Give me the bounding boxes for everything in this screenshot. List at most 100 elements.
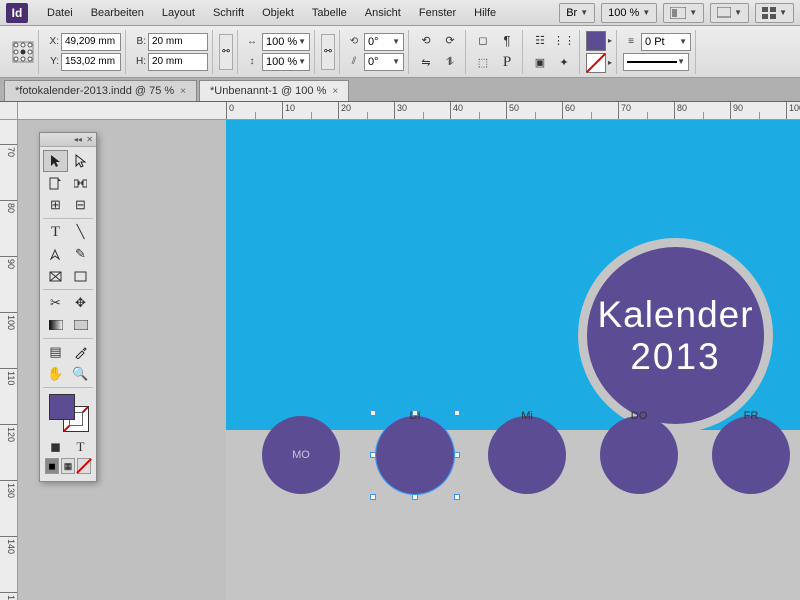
ruler-origin[interactable] (0, 102, 18, 120)
day-label: DI (410, 410, 421, 422)
select-content-button[interactable]: ⬚ (472, 53, 494, 73)
apply-gradient-button[interactable]: ▦ (61, 458, 75, 474)
chevron-down-icon: ▼ (642, 8, 650, 17)
day-circle-do[interactable]: DO (600, 416, 678, 494)
gradient-swatch-tool[interactable] (43, 314, 68, 336)
menu-ansicht[interactable]: Ansicht (356, 4, 410, 22)
stroke-weight-field[interactable]: 0 Pt▼ (641, 33, 691, 51)
view-mode-button[interactable]: ▼ (663, 3, 704, 23)
close-icon[interactable]: × (332, 86, 338, 97)
x-field[interactable]: 49,209 mm (61, 33, 121, 51)
y-field[interactable]: 153,02 mm (61, 53, 121, 71)
chevron-down-icon[interactable]: ▸ (608, 58, 612, 67)
rotate-ccw-button[interactable]: ⟲ (415, 31, 437, 51)
vertical-ruler[interactable]: 60708090100110120130140150160 (0, 102, 18, 600)
reference-point-icon[interactable] (12, 41, 34, 63)
shear-field[interactable]: 0°▼ (364, 53, 404, 71)
menu-bar: Id Datei Bearbeiten Layout Schrift Objek… (0, 0, 800, 26)
content-placer-tool[interactable]: ⊟ (68, 194, 93, 216)
rotate-cw-button[interactable]: ⟳ (439, 31, 461, 51)
rectangle-frame-tool[interactable] (43, 265, 68, 287)
fill-color-swatch[interactable] (49, 394, 75, 420)
rotate-icon: ⟲ (346, 34, 362, 50)
scissors-tool[interactable]: ✂ (43, 292, 68, 314)
height-field[interactable]: 20 mm (148, 53, 208, 71)
apply-color-button[interactable]: ◼ (43, 436, 68, 458)
flip-h-button[interactable]: ⇋ (415, 53, 437, 73)
day-circle-di[interactable]: DI (376, 416, 454, 494)
chevron-down-icon[interactable]: ▸ (608, 36, 612, 45)
pencil-tool[interactable]: ✎ (68, 243, 93, 265)
apply-fill-button[interactable]: ◼ (45, 458, 59, 474)
text-wrap-icon[interactable]: ▣ (529, 53, 551, 73)
apply-none-button[interactable] (77, 458, 91, 474)
day-circle-mi[interactable]: Mi (488, 416, 566, 494)
gradient-feather-tool[interactable] (68, 314, 93, 336)
pen-tool[interactable] (43, 243, 68, 265)
flip-v-button[interactable]: ⥮ (439, 53, 461, 73)
title-circle[interactable]: Kalender 2013 (578, 238, 773, 433)
arrange-docs-button[interactable]: ▼ (755, 3, 794, 23)
scale-y-field[interactable]: 100 %▼ (262, 53, 310, 71)
w-label: B: (132, 36, 146, 47)
constrain-wh-icon[interactable]: ⚯ (219, 34, 233, 70)
tab-fotokalender[interactable]: *fotokalender-2013.indd @ 75 %× (4, 80, 197, 101)
align-icon[interactable]: ☷ (529, 31, 551, 51)
select-container-button[interactable]: ◻ (472, 31, 494, 51)
menu-fenster[interactable]: Fenster (410, 4, 465, 22)
menu-objekt[interactable]: Objekt (253, 4, 303, 22)
eyedropper-tool[interactable] (68, 341, 93, 363)
tools-panel[interactable]: ◂◂ ✕ ⊞ ⊟ T ╲ ✎ ✂ ✥ ▤ ✋ 🔍 (39, 132, 97, 482)
type-icon[interactable]: P (496, 53, 518, 73)
selection-tool[interactable] (43, 150, 68, 172)
type-tool[interactable]: T (43, 221, 68, 243)
stroke-style-field[interactable]: ▼ (623, 53, 689, 71)
zoom-level-button[interactable]: 100 %▼ (601, 3, 657, 23)
stroke-swatch[interactable] (586, 53, 606, 73)
chevron-down-icon: ▼ (689, 8, 697, 17)
rectangle-tool[interactable] (68, 265, 93, 287)
width-field[interactable]: 20 mm (148, 33, 208, 51)
document-page[interactable]: Kalender 2013 MO DI Mi DO FR (226, 120, 800, 600)
grid-icon (762, 7, 776, 19)
effects-icon[interactable]: ✦ (553, 53, 575, 73)
menu-datei[interactable]: Datei (38, 4, 82, 22)
menu-tabelle[interactable]: Tabelle (303, 4, 356, 22)
screen-icon (717, 7, 731, 19)
screen-mode-button[interactable]: ▼ (710, 3, 749, 23)
constrain-scale-icon[interactable]: ⚯ (321, 34, 335, 70)
x-label: X: (45, 36, 59, 47)
document-tabs: *fotokalender-2013.indd @ 75 %× *Unbenan… (0, 78, 800, 102)
line-tool[interactable]: ╲ (68, 221, 93, 243)
horizontal-ruler[interactable]: 0102030405060708090100110120130140 (18, 102, 800, 120)
day-circle-mo[interactable]: MO (262, 416, 340, 494)
panel-header[interactable]: ◂◂ ✕ (40, 133, 96, 147)
bridge-button[interactable]: Br▼ (559, 3, 595, 23)
formatting-text-button[interactable]: T (68, 436, 93, 458)
close-icon[interactable]: × (180, 86, 186, 97)
zoom-tool[interactable]: 🔍 (68, 363, 93, 385)
free-transform-tool[interactable]: ✥ (68, 292, 93, 314)
menu-schrift[interactable]: Schrift (204, 4, 253, 22)
rotation-field[interactable]: 0°▼ (364, 33, 404, 51)
day-circle-fr[interactable]: FR (712, 416, 790, 494)
direct-selection-tool[interactable] (68, 150, 93, 172)
gap-tool[interactable] (68, 172, 93, 194)
day-label: FR (744, 410, 759, 422)
stroke-weight-icon: ≡ (623, 34, 639, 50)
menu-hilfe[interactable]: Hilfe (465, 4, 505, 22)
scale-x-field[interactable]: 100 %▼ (262, 33, 310, 51)
page-tool[interactable] (43, 172, 68, 194)
control-panel: X:49,209 mm Y:153,02 mm B:20 mm H:20 mm … (0, 26, 800, 78)
menu-bearbeiten[interactable]: Bearbeiten (82, 4, 153, 22)
canvas[interactable]: Kalender 2013 MO DI Mi DO FR ◂◂ ✕ ⊞ ⊟ T … (18, 120, 800, 600)
fill-swatch[interactable] (586, 31, 606, 51)
tab-unbenannt[interactable]: *Unbenannt-1 @ 100 %× (199, 80, 349, 101)
content-collector-tool[interactable]: ⊞ (43, 194, 68, 216)
paragraph-icon[interactable]: ¶ (496, 31, 518, 51)
menu-layout[interactable]: Layout (153, 4, 204, 22)
fill-stroke-swatches[interactable] (45, 392, 91, 434)
hand-tool[interactable]: ✋ (43, 363, 68, 385)
distribute-icon[interactable]: ⋮⋮ (553, 31, 575, 51)
note-tool[interactable]: ▤ (43, 341, 68, 363)
